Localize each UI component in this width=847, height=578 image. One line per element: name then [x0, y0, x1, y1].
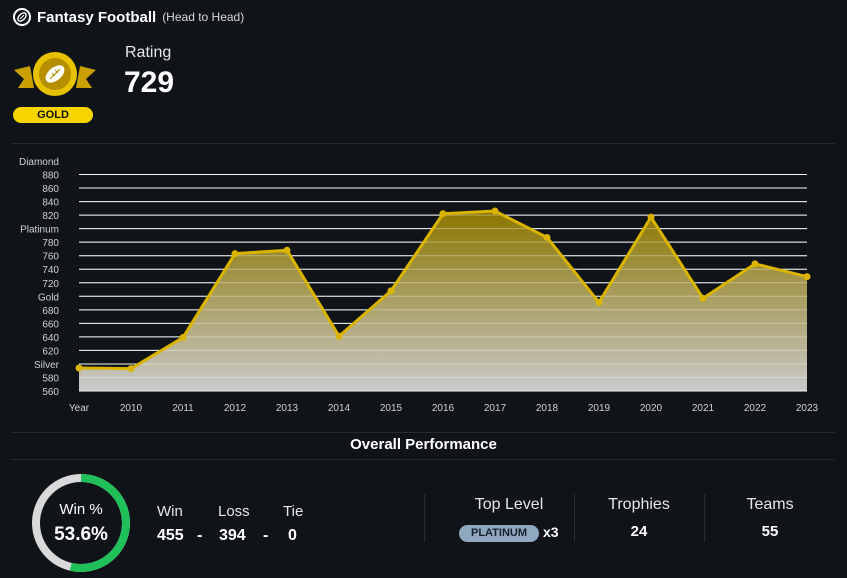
- x-tick-label: 2014: [328, 403, 351, 414]
- data-point: [231, 250, 239, 258]
- x-tick-label: 2017: [484, 403, 507, 414]
- divider: [574, 494, 575, 542]
- y-tick-label: Gold: [38, 292, 59, 303]
- win-percentage-ring: Win % 53.6%: [30, 472, 132, 574]
- x-tick-label: 2011: [172, 403, 194, 414]
- data-point: [595, 298, 603, 306]
- rating-value: 729: [124, 66, 175, 99]
- y-tick-label: 880: [42, 171, 59, 182]
- y-tick-label: 840: [42, 198, 59, 209]
- loss-label: Loss: [218, 503, 250, 520]
- rating-label: Rating: [125, 44, 172, 61]
- y-tick-label: 620: [42, 346, 59, 357]
- separator: -: [197, 527, 203, 544]
- x-tick-label: 2023: [796, 403, 819, 414]
- x-tick-label: 2015: [380, 403, 403, 414]
- y-tick-label: 860: [42, 184, 59, 195]
- divider: [12, 143, 835, 144]
- y-tick-label: 720: [42, 279, 59, 290]
- data-point: [543, 233, 551, 241]
- x-tick-label: 2012: [224, 403, 247, 414]
- data-point: [803, 273, 811, 281]
- football-icon: [13, 8, 31, 26]
- y-tick-label: 820: [42, 211, 59, 222]
- x-tick-label: 2020: [640, 403, 663, 414]
- app-subtitle: (Head to Head): [162, 10, 245, 24]
- top-level-count: x3: [543, 524, 559, 540]
- divider: [424, 494, 425, 542]
- divider: [12, 432, 835, 433]
- data-point: [439, 210, 447, 218]
- data-point: [283, 246, 291, 254]
- y-tick-label: Silver: [34, 360, 60, 371]
- data-point: [127, 365, 135, 373]
- y-tick-label: 580: [42, 373, 59, 384]
- tier-badge: GOLD: [13, 107, 93, 123]
- y-tick-label: Diamond: [19, 157, 59, 168]
- data-point: [699, 294, 707, 302]
- y-tick-label: 780: [42, 238, 59, 249]
- overall-performance-title: Overall Performance: [350, 436, 497, 453]
- y-tick-label: 680: [42, 306, 59, 317]
- data-point: [751, 260, 759, 268]
- win-label: Win: [157, 503, 183, 520]
- top-level-badge: PLATINUM: [459, 525, 539, 542]
- x-tick-label: 2021: [692, 403, 715, 414]
- rating-history-chart: Diamond 880 860 840 820 Platinum 780 760 740 720 G…: [19, 157, 819, 414]
- data-point: [179, 334, 187, 342]
- x-tick-label: 2022: [744, 403, 767, 414]
- divider: [12, 459, 835, 460]
- app-header: Fantasy Football (Head to Head): [13, 8, 244, 26]
- data-point: [647, 213, 655, 221]
- data-point: [387, 287, 395, 295]
- trophies-label: Trophies: [608, 496, 670, 513]
- tie-count: 0: [288, 527, 297, 544]
- win-count: 455: [157, 527, 184, 544]
- x-tick-label: Year: [69, 403, 90, 414]
- x-tick-label: 2013: [276, 403, 299, 414]
- y-tick-label: Platinum: [20, 225, 59, 236]
- y-tick-label: 760: [42, 252, 59, 263]
- tie-label: Tie: [283, 503, 304, 520]
- loss-count: 394: [219, 527, 246, 544]
- x-tick-label: 2019: [588, 403, 611, 414]
- win-pct-value: 53.6%: [54, 523, 108, 545]
- x-tick-label: 2010: [120, 403, 143, 414]
- x-tick-label: 2016: [432, 403, 455, 414]
- y-tick-label: 660: [42, 319, 59, 330]
- y-tick-label: 740: [42, 265, 59, 276]
- trophies-value: 24: [630, 523, 648, 540]
- separator: -: [263, 527, 269, 544]
- data-point: [75, 364, 83, 372]
- teams-label: Teams: [746, 496, 794, 513]
- data-point: [335, 332, 343, 340]
- divider: [704, 494, 705, 542]
- win-pct-label: Win %: [59, 500, 103, 518]
- y-tick-label: 640: [42, 333, 59, 344]
- y-tick-label: 560: [42, 387, 59, 398]
- top-level-label: Top Level: [474, 496, 544, 513]
- data-point: [491, 207, 499, 215]
- app-title: Fantasy Football: [37, 8, 157, 26]
- teams-value: 55: [761, 523, 779, 540]
- x-tick-label: 2018: [536, 403, 559, 414]
